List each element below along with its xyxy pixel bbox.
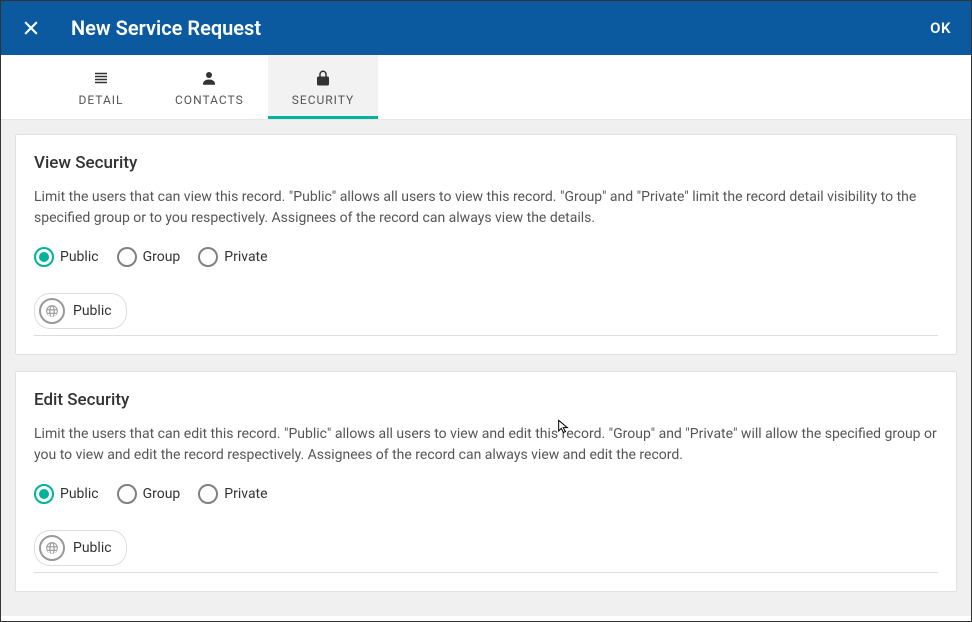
tab-detail[interactable]: DETAIL xyxy=(51,55,151,119)
chip-edit-public[interactable]: Public xyxy=(34,530,127,566)
card-description: Limit the users that can view this recor… xyxy=(34,187,938,229)
radio-icon xyxy=(117,247,137,267)
view-security-card: View Security Limit the users that can v… xyxy=(15,134,957,355)
tab-security[interactable]: SECURITY xyxy=(268,55,379,119)
chip-view-public[interactable]: Public xyxy=(34,293,127,329)
list-icon xyxy=(75,69,127,87)
card-description: Limit the users that can edit this recor… xyxy=(34,424,938,466)
content-area: View Security Limit the users that can v… xyxy=(1,120,971,616)
chip-label: Public xyxy=(73,303,112,319)
radio-view-private[interactable]: Private xyxy=(198,247,267,267)
chip-label: Public xyxy=(73,540,112,556)
globe-icon xyxy=(39,535,65,561)
radio-icon xyxy=(198,247,218,267)
radio-label: Private xyxy=(224,486,267,502)
close-icon[interactable] xyxy=(21,18,41,38)
tab-contacts[interactable]: CONTACTS xyxy=(151,55,268,119)
radio-label: Group xyxy=(143,486,181,502)
radio-icon xyxy=(117,484,137,504)
card-title: View Security xyxy=(34,153,938,173)
radio-icon xyxy=(198,484,218,504)
person-icon xyxy=(175,69,244,87)
edit-radio-group: Public Group Private xyxy=(34,484,938,504)
ok-button[interactable]: OK xyxy=(930,19,951,37)
radio-edit-group[interactable]: Group xyxy=(117,484,181,504)
radio-label: Public xyxy=(60,249,99,265)
globe-icon xyxy=(39,298,65,324)
radio-view-group[interactable]: Group xyxy=(117,247,181,267)
tab-label: CONTACTS xyxy=(175,93,244,107)
radio-label: Group xyxy=(143,249,181,265)
card-title: Edit Security xyxy=(34,390,938,410)
tab-label: SECURITY xyxy=(292,93,355,107)
radio-view-public[interactable]: Public xyxy=(34,247,99,267)
radio-label: Public xyxy=(60,486,99,502)
radio-edit-private[interactable]: Private xyxy=(198,484,267,504)
edit-security-card: Edit Security Limit the users that can e… xyxy=(15,371,957,592)
edit-chip-row: Public xyxy=(34,530,938,573)
radio-edit-public[interactable]: Public xyxy=(34,484,99,504)
tab-label: DETAIL xyxy=(75,93,127,107)
dialog-title: New Service Request xyxy=(71,16,930,40)
radio-label: Private xyxy=(224,249,267,265)
radio-icon xyxy=(34,247,54,267)
tabs: DETAIL CONTACTS SECURITY xyxy=(1,55,971,120)
lock-icon xyxy=(292,69,355,87)
view-radio-group: Public Group Private xyxy=(34,247,938,267)
dialog-header: New Service Request OK xyxy=(1,1,971,55)
radio-icon xyxy=(34,484,54,504)
view-chip-row: Public xyxy=(34,293,938,336)
